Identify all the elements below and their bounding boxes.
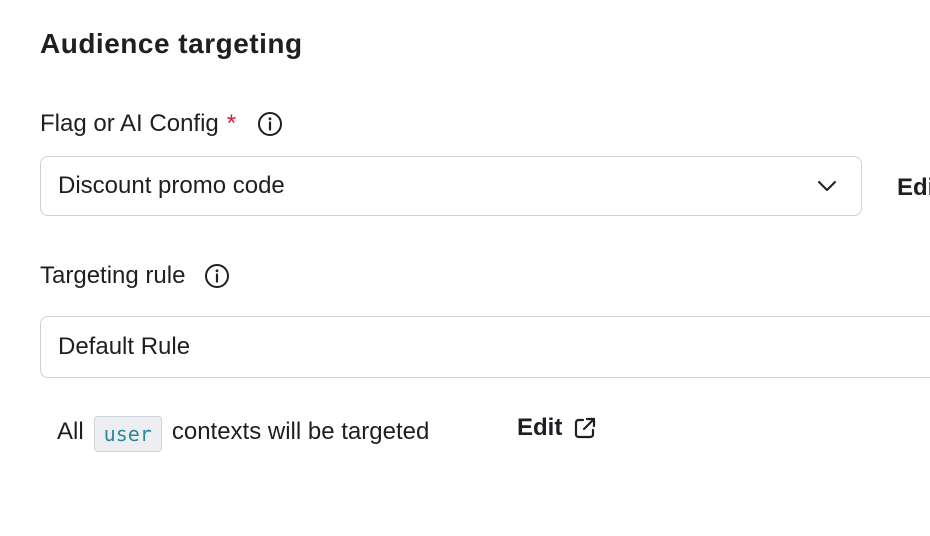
flag-field-label-text: Flag or AI Config — [40, 110, 219, 137]
edit-context-label: Edit — [517, 414, 563, 441]
rule-field-label-text: Targeting rule — [40, 262, 186, 289]
targeting-rule-field[interactable]: Default Rule — [40, 316, 930, 378]
info-circle-icon[interactable] — [203, 262, 231, 290]
flag-field-label: Flag or AI Config * — [40, 108, 284, 140]
context-summary-suffix: contexts will be targeted — [171, 418, 430, 445]
required-marker: * — [226, 110, 237, 137]
flag-select-value: Discount promo code — [58, 172, 285, 199]
edit-flag-link[interactable]: Edit — [897, 172, 930, 204]
rule-field-label: Targeting rule — [40, 260, 231, 292]
context-summary: All user contexts will be targeted — [57, 414, 430, 452]
targeting-rule-value: Default Rule — [58, 333, 191, 360]
flag-select[interactable]: Discount promo code — [40, 156, 862, 216]
audience-targeting-panel: Audience targeting Flag or AI Config * D… — [0, 0, 930, 536]
context-summary-prefix: All — [57, 418, 84, 445]
context-kind-badge: user — [93, 416, 162, 452]
info-circle-icon[interactable] — [256, 110, 284, 138]
edit-context-link[interactable]: Edit — [517, 412, 598, 444]
section-title: Audience targeting — [40, 28, 303, 59]
external-link-icon — [575, 417, 596, 439]
chevron-down-icon — [818, 181, 836, 191]
